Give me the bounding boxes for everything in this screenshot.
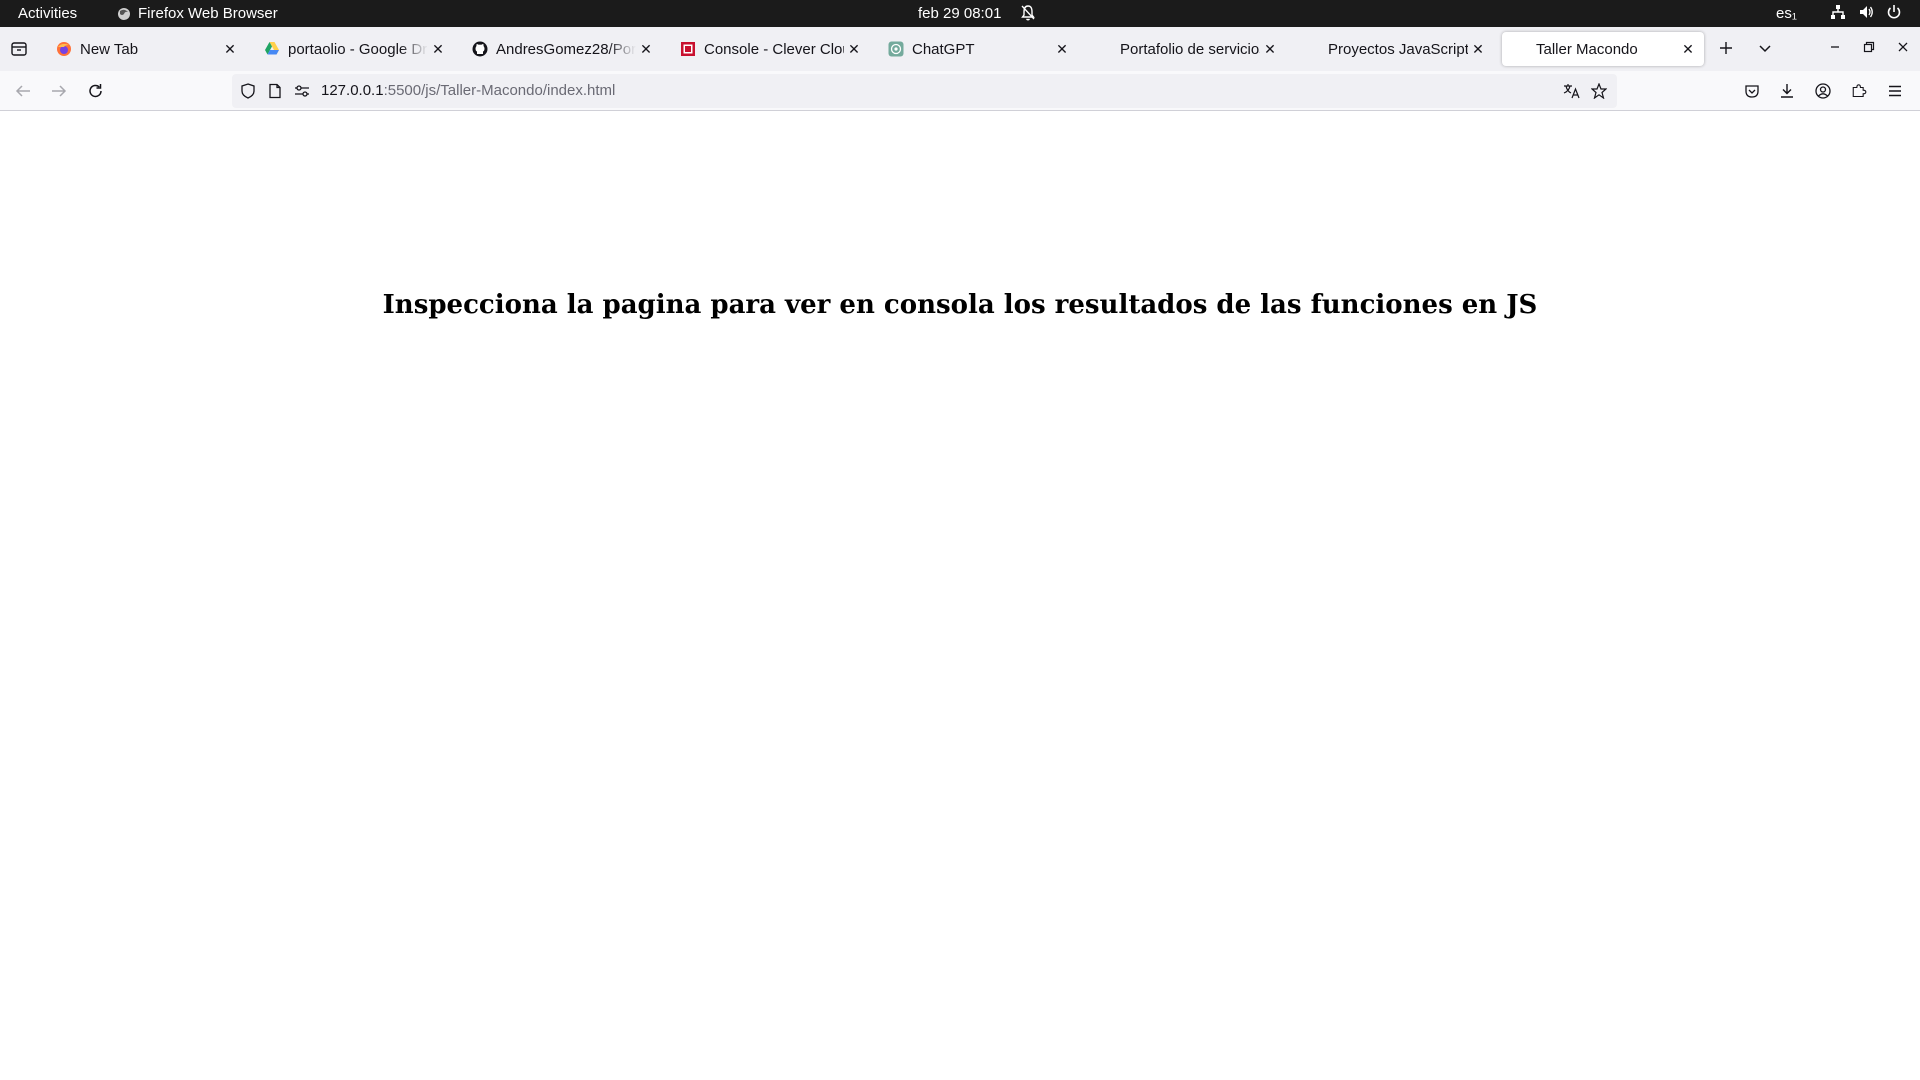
tab-title: portaolio - Google Drive — [288, 40, 428, 58]
tab-github[interactable]: AndresGomez28/Portafolio ✕ — [462, 32, 662, 66]
pocket-icon — [1745, 85, 1759, 98]
tab-title: Portafolio de servicios — [1120, 40, 1260, 58]
tab-strip: New Tab ✕ portaolio - Google Drive ✕ And… — [0, 27, 1920, 71]
firefox-view-button[interactable] — [10, 40, 28, 63]
url-path: :5500/js/Taller-Macondo/index.html — [383, 82, 616, 99]
new-tab-button[interactable] — [1718, 40, 1734, 59]
google-drive-icon — [264, 41, 280, 57]
close-icon[interactable]: ✕ — [428, 41, 448, 58]
tab-proyectos-javascript[interactable]: Proyectos JavaScript ✕ — [1294, 32, 1494, 66]
blank-favicon — [1512, 41, 1528, 57]
close-icon[interactable]: ✕ — [1260, 41, 1280, 58]
pocket-button[interactable] — [1744, 83, 1760, 104]
minimize-button[interactable] — [1828, 40, 1842, 59]
navigation-toolbar: 127.0.0.1:5500/js/Taller-Macondo/index.h… — [0, 71, 1920, 111]
tab-taller-macondo[interactable]: Taller Macondo ✕ — [1502, 32, 1704, 66]
url-text[interactable]: 127.0.0.1:5500/js/Taller-Macondo/index.h… — [321, 82, 615, 99]
activities-button[interactable]: Activities — [18, 5, 77, 22]
restore-icon — [1863, 41, 1875, 53]
chatgpt-icon — [888, 41, 904, 57]
close-icon[interactable]: ✕ — [844, 41, 864, 58]
volume-icon — [1860, 6, 1873, 18]
tab-chatgpt[interactable]: ChatGPT ✕ — [878, 32, 1078, 66]
tracking-protection-icon[interactable] — [240, 83, 256, 104]
tab-new-tab[interactable]: New Tab ✕ — [46, 32, 246, 66]
hamburger-menu-icon — [1889, 85, 1901, 97]
github-icon — [472, 41, 488, 57]
download-icon — [1781, 84, 1793, 98]
app-menu-button[interactable] — [1887, 83, 1903, 104]
back-button[interactable] — [14, 83, 32, 104]
account-button[interactable] — [1815, 83, 1831, 104]
tab-title: Proyectos JavaScript — [1328, 40, 1468, 58]
close-icon[interactable]: ✕ — [220, 41, 240, 58]
list-all-tabs-button[interactable] — [1757, 40, 1773, 59]
tab-title: ChatGPT — [912, 40, 975, 58]
window-controls — [1828, 40, 1910, 59]
clever-cloud-icon — [680, 41, 696, 57]
tab-clever-cloud[interactable]: Console - Clever Cloud ✕ — [670, 32, 870, 66]
tab-title: Taller Macondo — [1536, 40, 1638, 58]
puzzle-icon — [1852, 84, 1867, 98]
app-menu[interactable]: Firefox Web Browser — [117, 5, 278, 22]
close-icon[interactable]: ✕ — [1678, 41, 1698, 58]
network-icon — [1831, 5, 1845, 19]
notification-bell-icon[interactable] — [1020, 4, 1036, 22]
bookmark-star-icon[interactable] — [1590, 82, 1608, 104]
close-icon[interactable]: ✕ — [1052, 41, 1072, 58]
page-info-icon[interactable] — [267, 83, 283, 104]
forward-button[interactable] — [50, 83, 68, 104]
close-icon — [1898, 42, 1908, 52]
close-icon[interactable]: ✕ — [1468, 41, 1488, 58]
chevron-down-icon — [1759, 45, 1771, 53]
firefox-view-icon — [11, 42, 27, 56]
translate-icon[interactable] — [1563, 83, 1581, 104]
system-menu[interactable] — [1830, 4, 1902, 20]
blank-favicon — [1096, 41, 1112, 57]
system-top-bar: Activities Firefox Web Browser feb 29 08… — [0, 0, 1920, 27]
page-content: Inspecciona la pagina para ver en consol… — [0, 112, 1920, 1080]
forward-arrow-icon — [52, 85, 67, 97]
blank-favicon — [1304, 41, 1320, 57]
tab-portafolio-servicios[interactable]: Portafolio de servicios ✕ — [1086, 32, 1286, 66]
keyboard-layout-indicator[interactable]: es₁ — [1776, 5, 1797, 22]
permissions-icon[interactable] — [294, 83, 310, 104]
tab-google-drive[interactable]: portaolio - Google Drive ✕ — [254, 32, 454, 66]
minimize-icon — [1831, 46, 1839, 48]
reload-icon — [89, 84, 102, 98]
tab-title: AndresGomez28/Portafolio — [496, 40, 636, 58]
extensions-button[interactable] — [1851, 83, 1867, 104]
url-bar[interactable]: 127.0.0.1:5500/js/Taller-Macondo/index.h… — [232, 74, 1617, 108]
tab-title: New Tab — [80, 40, 139, 58]
tab-title: Console - Clever Cloud — [704, 40, 844, 58]
account-icon — [1815, 83, 1831, 99]
close-icon[interactable]: ✕ — [636, 41, 656, 58]
app-name: Firefox Web Browser — [138, 5, 278, 22]
restore-button[interactable] — [1862, 40, 1876, 59]
clock[interactable]: feb 29 08:01 — [918, 5, 1001, 22]
url-host: 127.0.0.1 — [321, 82, 384, 99]
page-heading: Inspecciona la pagina para ver en consol… — [382, 290, 1538, 320]
downloads-button[interactable] — [1779, 83, 1795, 104]
power-icon — [1887, 5, 1901, 19]
firefox-icon — [56, 41, 72, 57]
plus-icon — [1720, 42, 1732, 54]
back-arrow-icon — [15, 85, 30, 97]
firefox-icon — [118, 7, 130, 20]
close-window-button[interactable] — [1896, 40, 1910, 59]
reload-button[interactable] — [87, 83, 105, 104]
